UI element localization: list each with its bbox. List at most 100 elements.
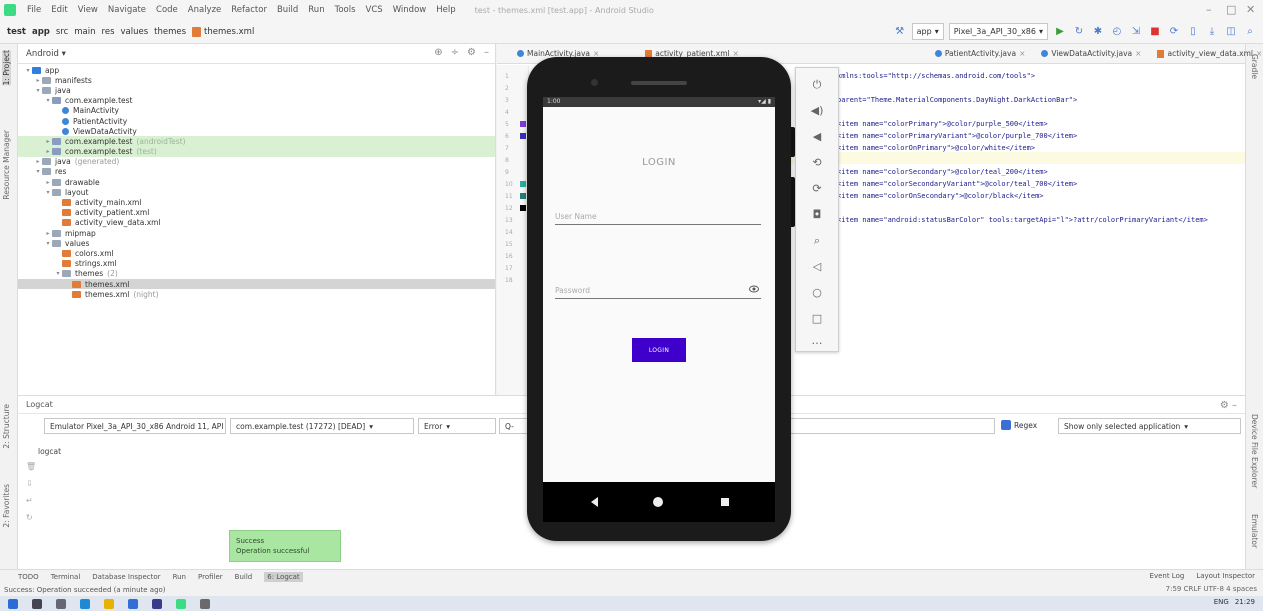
tool-todo[interactable]: TODO (18, 573, 39, 581)
device-select[interactable]: Pixel_3a_API_30_x86 ▾ (948, 23, 1048, 40)
color-swatch-icon[interactable] (520, 121, 526, 127)
hide-icon[interactable]: – (484, 47, 489, 58)
menu-refactor[interactable]: Refactor (226, 5, 272, 15)
profile-icon[interactable]: ◴ (1110, 25, 1124, 39)
tool-database-inspector[interactable]: Database Inspector (92, 573, 160, 581)
color-swatch-icon[interactable] (520, 133, 526, 139)
tree-row[interactable]: MainActivity (18, 106, 495, 116)
tree-row[interactable]: ▾ com.example.test (18, 96, 495, 106)
tree-row[interactable]: ▾ res (18, 167, 495, 177)
tree-row[interactable]: ▾ themes (2) (18, 269, 495, 279)
menu-edit[interactable]: Edit (46, 5, 72, 15)
color-swatch-icon[interactable] (520, 193, 526, 199)
overview-icon[interactable]: □ (810, 312, 824, 326)
volume-up-icon[interactable]: ◀) (810, 104, 824, 118)
tab-emulator[interactable]: Emulator (1250, 514, 1259, 548)
tab-resource-manager[interactable]: Resource Manager (2, 130, 11, 200)
scroll-end-icon[interactable]: ⇩ (26, 479, 36, 488)
menu-code[interactable]: Code (151, 5, 183, 15)
breadcrumb-res[interactable]: res (99, 27, 118, 37)
tool-layout-inspector[interactable]: Layout Inspector (1196, 572, 1255, 580)
menu-help[interactable]: Help (431, 5, 460, 15)
collapse-icon[interactable]: ÷ (451, 47, 459, 58)
password-field[interactable]: Password (555, 283, 761, 299)
tool-build[interactable]: Build (235, 573, 253, 581)
expand-arrow-icon[interactable]: ▾ (44, 97, 52, 104)
breadcrumb-test[interactable]: test (4, 27, 29, 37)
project-view-select[interactable]: Android ▾ (26, 49, 66, 59)
tab-favorites[interactable]: 2: Favorites (2, 484, 11, 528)
run-icon[interactable]: ▶ (1053, 25, 1067, 39)
tab-device-file-explorer[interactable]: Device File Explorer (1250, 414, 1259, 488)
clear-logcat-icon[interactable]: 🗑 (26, 462, 36, 471)
tree-row[interactable]: ▾ app (18, 65, 495, 75)
menu-navigate[interactable]: Navigate (103, 5, 151, 15)
rotate-right-icon[interactable]: ⟳ (810, 182, 824, 196)
run-config-select[interactable]: app ▾ (911, 23, 944, 40)
color-swatch-icon[interactable] (520, 181, 526, 187)
menu-file[interactable]: File (22, 5, 46, 15)
tree-row[interactable]: PatientActivity (18, 116, 495, 126)
tree-row[interactable]: colors.xml (18, 248, 495, 258)
breadcrumb-main[interactable]: main (71, 27, 98, 37)
tray-clock[interactable]: 21:29 (1235, 598, 1255, 606)
search-icon[interactable]: ⌕ (1243, 25, 1257, 39)
breadcrumb-app[interactable]: app (29, 27, 53, 37)
expand-arrow-icon[interactable]: ▸ (44, 179, 52, 186)
username-field[interactable]: User Name (555, 209, 761, 225)
menu-build[interactable]: Build (272, 5, 303, 15)
expand-arrow-icon[interactable]: ▾ (44, 240, 52, 247)
tool-logcat[interactable]: 6: Logcat (264, 572, 303, 582)
expand-arrow-icon[interactable]: ▸ (34, 77, 42, 84)
tool-terminal[interactable]: Terminal (51, 573, 81, 581)
tree-row[interactable]: ▾ values (18, 238, 495, 248)
editor-tab[interactable]: activity_view_data.xml × (1149, 44, 1263, 64)
expand-arrow-icon[interactable]: ▸ (44, 230, 52, 237)
expand-arrow-icon[interactable]: ▾ (54, 270, 62, 277)
breadcrumb-themes[interactable]: themes (151, 27, 189, 37)
task-view-icon[interactable] (56, 598, 66, 609)
password-visibility-icon[interactable] (749, 285, 759, 293)
device-filter-select[interactable]: Emulator Pixel_3a_API_30_x86 Android 11,… (44, 418, 226, 434)
color-swatch-icon[interactable] (520, 205, 526, 211)
nav-recents-icon[interactable] (721, 498, 729, 506)
rotate-left-icon[interactable]: ⟲ (810, 156, 824, 170)
menu-view[interactable]: View (73, 5, 103, 15)
logcat-settings-icon[interactable]: ⚙ – (1220, 400, 1237, 411)
tab-structure[interactable]: 2: Structure (2, 404, 11, 449)
power-icon[interactable]: ⏻ (810, 78, 824, 92)
tree-row[interactable]: activity_view_data.xml (18, 218, 495, 228)
expand-arrow-icon[interactable]: ▸ (34, 158, 42, 165)
restart-icon[interactable]: ↻ (26, 513, 36, 522)
emulator-taskbar-icon[interactable] (200, 598, 210, 609)
menu-analyze[interactable]: Analyze (183, 5, 227, 15)
attach-debugger-icon[interactable]: ⇲ (1129, 25, 1143, 39)
nav-home-icon[interactable] (653, 497, 663, 507)
close-icon[interactable]: ✕ (1246, 3, 1255, 16)
more-icon[interactable]: … (810, 334, 824, 348)
gradle-sync-icon[interactable]: ⟳ (1167, 25, 1181, 39)
windows-start-icon[interactable] (8, 598, 18, 609)
build-hammer-icon[interactable]: ⚒ (893, 25, 907, 39)
editor-tab[interactable]: PatientActivity.java × (927, 44, 1034, 64)
back-icon[interactable]: ◁ (810, 260, 824, 274)
expand-arrow-icon[interactable]: ▸ (44, 148, 52, 155)
logcat-subtab[interactable]: logcat (38, 447, 61, 456)
menu-tools[interactable]: Tools (330, 5, 361, 15)
close-tab-icon[interactable]: × (1019, 49, 1025, 58)
menu-vcs[interactable]: VCS (361, 5, 388, 15)
stop-icon[interactable]: ■ (1148, 25, 1162, 39)
edge-icon[interactable] (80, 598, 90, 609)
editor-tab[interactable]: ViewDataActivity.java × (1033, 44, 1149, 64)
tray-language[interactable]: ENG (1214, 598, 1229, 606)
tool-profiler[interactable]: Profiler (198, 573, 223, 581)
tab-project[interactable]: 1: Project (2, 50, 11, 86)
regex-checkbox[interactable] (1001, 420, 1011, 430)
app-filter-select[interactable]: Show only selected application ▾ (1058, 418, 1241, 434)
menu-run[interactable]: Run (303, 5, 329, 15)
rerun-icon[interactable]: ↻ (1072, 25, 1086, 39)
breadcrumb-src[interactable]: src (53, 27, 71, 37)
maximize-icon[interactable]: □ (1226, 3, 1236, 16)
volume-key[interactable] (791, 177, 795, 227)
android-studio-taskbar-icon[interactable] (176, 598, 186, 609)
